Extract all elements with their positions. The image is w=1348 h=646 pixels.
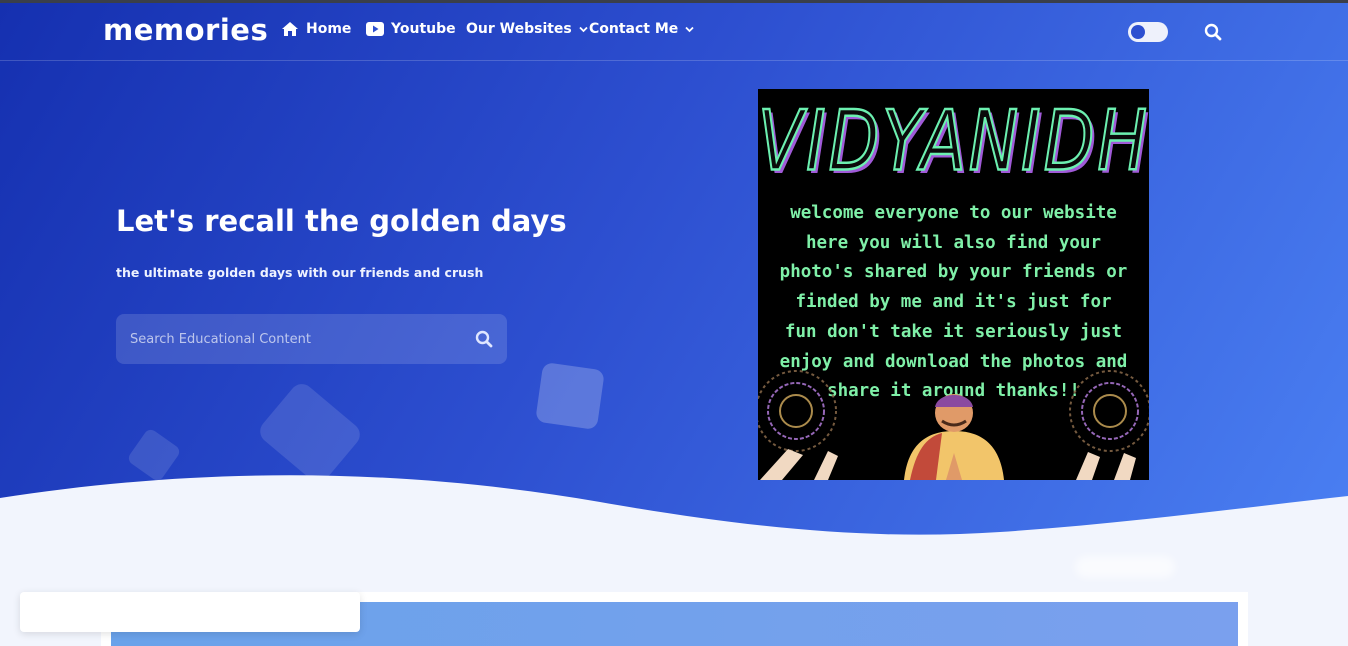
hero-search-input[interactable] (130, 314, 460, 364)
decorative-blur (1075, 556, 1175, 578)
hero-subtitle: the ultimate golden days with our friend… (116, 265, 484, 280)
poster-line: here you will also find your (805, 232, 1101, 253)
nav-our-websites-label: Our Websites (466, 21, 572, 37)
hero-title: Let's recall the golden days (116, 204, 567, 238)
welcome-poster-image: VIDYANIDHI welcome everyone to our websi… (758, 89, 1149, 480)
monk-figure-icon (904, 394, 1004, 480)
mandala-left-icon (758, 370, 837, 452)
poster-line: welcome everyone to our website (790, 203, 1117, 223)
window-top-border (0, 0, 1348, 3)
nav-our-websites[interactable]: Our Websites (466, 21, 588, 37)
hero-search-box (116, 314, 507, 364)
poster-line: fun don't take it seriously just (784, 321, 1123, 342)
poster-line: photo's shared by your friends or (779, 262, 1128, 283)
mandala-right-icon (1069, 370, 1149, 452)
brand-logo[interactable]: memories (103, 13, 268, 47)
poster-title: VIDYANIDHI (758, 92, 1149, 191)
nav-contact-me-label: Contact Me (589, 21, 679, 37)
chevron-down-icon (685, 26, 694, 32)
poster-illustration (758, 370, 1149, 480)
poster-line: finded by me and it's just for (795, 292, 1112, 313)
nav-home[interactable]: Home (281, 21, 351, 37)
moon-icon (1135, 26, 1141, 38)
youtube-icon (366, 22, 384, 36)
nav-contact-me[interactable]: Contact Me (589, 21, 694, 37)
decorative-shape (535, 361, 605, 431)
search-icon[interactable] (1204, 23, 1222, 45)
home-icon (282, 22, 298, 36)
nav-home-label: Home (306, 21, 352, 37)
nav-youtube[interactable]: Youtube (366, 21, 456, 37)
search-icon[interactable] (475, 330, 493, 352)
navbar: memories Home Youtube Our Websites Conta… (0, 3, 1348, 61)
floating-panel (20, 592, 360, 632)
theme-toggle[interactable] (1128, 22, 1168, 42)
chevron-down-icon (579, 26, 588, 32)
nav-youtube-label: Youtube (391, 21, 456, 37)
